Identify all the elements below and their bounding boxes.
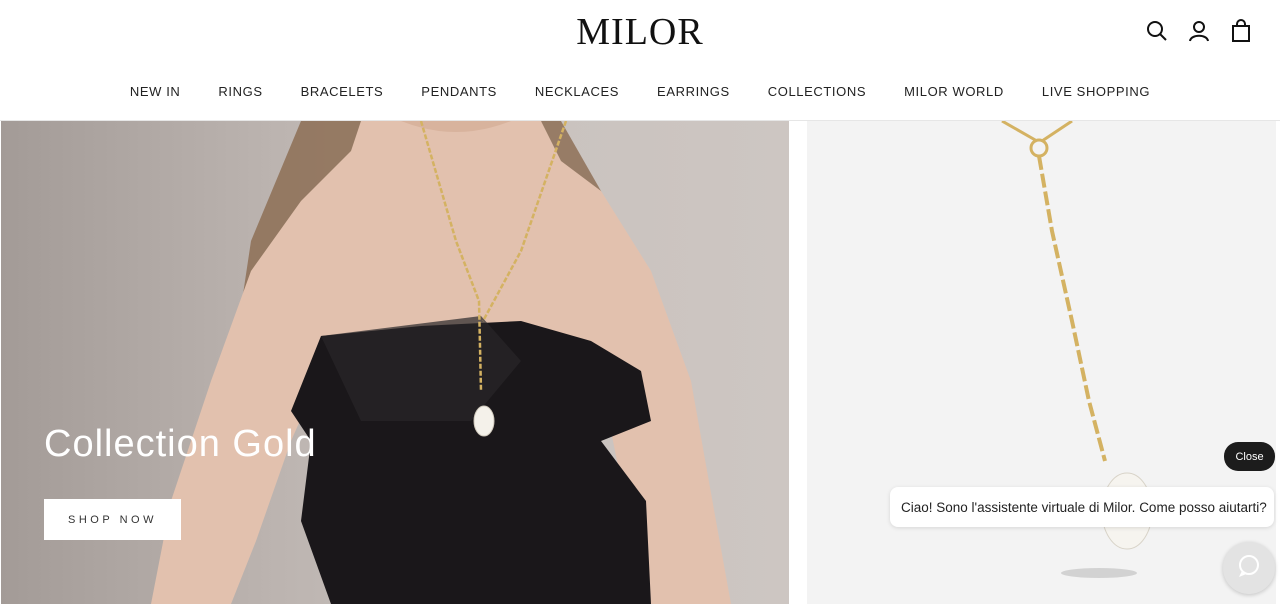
- nav-item-pendants[interactable]: PENDANTS: [402, 84, 516, 99]
- chat-icon: [1237, 554, 1261, 583]
- chat-close-button[interactable]: Close: [1224, 442, 1275, 471]
- necklace-product-image: [1001, 121, 1153, 578]
- nav-item-collections[interactable]: COLLECTIONS: [749, 84, 885, 99]
- nav-item-necklaces[interactable]: NECKLACES: [516, 84, 638, 99]
- nav-item-earrings[interactable]: EARRINGS: [638, 84, 749, 99]
- main-nav: NEW IN RINGS BRACELETS PENDANTS NECKLACE…: [0, 84, 1280, 99]
- shop-now-button[interactable]: SHOP NOW: [44, 499, 181, 540]
- hero-title: Collection Gold: [44, 423, 317, 465]
- nav-item-bracelets[interactable]: BRACELETS: [282, 84, 403, 99]
- brand-logo[interactable]: MILOR: [0, 10, 1280, 54]
- nav-item-milor-world[interactable]: MILOR WORLD: [885, 84, 1023, 99]
- header-icons: [1144, 17, 1254, 45]
- product-banner[interactable]: [807, 121, 1276, 604]
- chat-greeting-bubble[interactable]: Ciao! Sono l'assistente virtuale di Milo…: [890, 487, 1274, 527]
- nav-item-rings[interactable]: RINGS: [199, 84, 281, 99]
- cart-icon[interactable]: [1228, 17, 1254, 45]
- search-icon[interactable]: [1144, 17, 1170, 45]
- account-icon[interactable]: [1186, 17, 1212, 45]
- nav-item-live-shopping[interactable]: LIVE SHOPPING: [1023, 84, 1169, 99]
- hero-banner[interactable]: Collection Gold SHOP NOW: [1, 121, 789, 604]
- chat-launcher-button[interactable]: [1223, 542, 1275, 594]
- site-header: MILOR NEW IN RINGS BRACELETS PENDANTS NE…: [0, 0, 1280, 121]
- nav-item-new-in[interactable]: NEW IN: [111, 84, 200, 99]
